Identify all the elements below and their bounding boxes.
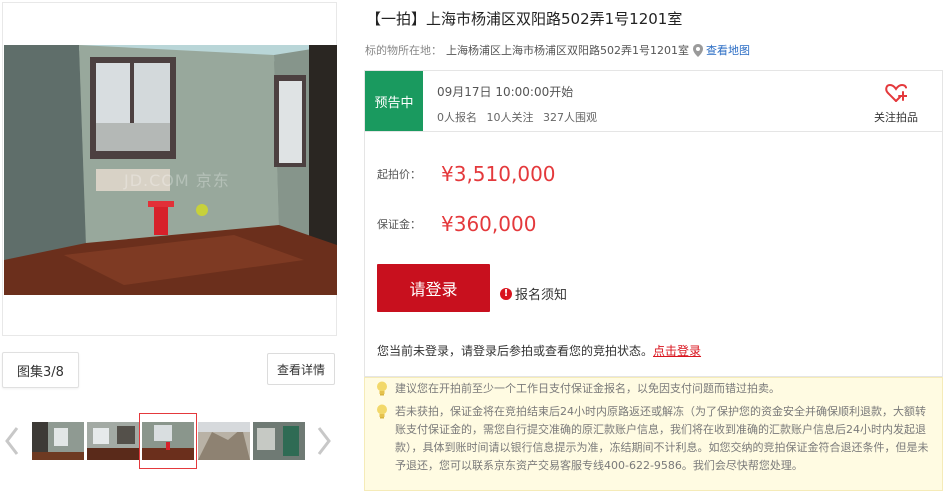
login-prompt-text: 您当前未登录，请登录后参拍或查看您的竞拍状态。 <box>377 344 654 358</box>
login-button[interactable]: 请登录 <box>377 264 490 312</box>
location-value: 上海杨浦区上海市杨浦区双阳路502弄1号1201室 <box>446 44 689 57</box>
lightbulb-icon <box>376 404 388 425</box>
registration-notice-link[interactable]: ! 报名须知 <box>500 284 567 303</box>
starting-price-value: ¥3,510,000 <box>441 162 556 186</box>
view-count: 327人围观 <box>543 111 597 124</box>
alert-icon: ! <box>500 287 512 300</box>
start-time: 09月17日 10:00:00开始 <box>437 85 574 99</box>
main-property-photo[interactable]: JD.COM 京东 <box>4 45 337 295</box>
registration-notice-label: 报名须知 <box>515 288 568 303</box>
thumbnail-2[interactable] <box>87 422 139 460</box>
location-row: 标的物所在地： 上海杨浦区上海市杨浦区双阳路502弄1号1201室 查看地图 <box>365 42 750 58</box>
tip-text: 建议您在开拍前至少一个工作日支付保证金报名，以免因支付问题而错过拍卖。 <box>395 382 780 395</box>
click-login-link[interactable]: 点击登录 <box>653 344 701 358</box>
follow-label: 关注拍品 <box>874 111 918 124</box>
deposit-value: ¥360,000 <box>441 212 537 236</box>
follower-count: 10人关注 <box>486 111 534 124</box>
lot-title: 【一拍】上海市杨浦区双阳路502弄1号1201室 <box>366 10 683 28</box>
thumbnail-next-arrow-icon[interactable] <box>316 424 332 458</box>
tip-text: 若未获拍，保证金将在竞拍结束后24小时内原路返还或解冻（为了保护您的资金安全并确… <box>395 405 929 472</box>
participation-counts: 0人报名 10人关注 327人围观 <box>437 109 603 125</box>
thumbnail-prev-arrow-icon[interactable] <box>4 424 20 458</box>
tip-item: 建议您在开拍前至少一个工作日支付保证金报名，以免因支付问题而错过拍卖。 <box>377 380 780 398</box>
gallery-counter: 图集3/8 <box>2 352 79 388</box>
location-label: 标的物所在地： <box>365 44 442 57</box>
photo-watermark: JD.COM 京东 <box>124 171 230 190</box>
view-map-link[interactable]: 查看地图 <box>706 42 750 58</box>
deposit-label: 保证金： <box>377 218 421 231</box>
registered-count: 0人报名 <box>437 111 477 124</box>
auction-status-panel: 预告中 09月17日 10:00:00开始 0人报名 10人关注 327人围观 … <box>364 70 943 132</box>
tip-item: 若未获拍，保证金将在竞拍结束后24小时内原路返还或解冻（为了保护您的资金安全并确… <box>377 403 935 475</box>
map-pin-icon <box>693 43 703 57</box>
view-details-button[interactable]: 查看详情 <box>267 353 335 385</box>
starting-price-label: 起拍价： <box>377 168 421 181</box>
thumbnail-5[interactable] <box>253 422 305 460</box>
tips-panel: 建议您在开拍前至少一个工作日支付保证金报名，以免因支付问题而错过拍卖。 若未获拍… <box>364 377 943 491</box>
thumbnail-3-selected[interactable] <box>139 413 197 469</box>
login-prompt: 您当前未登录，请登录后参拍或查看您的竞拍状态。点击登录 <box>377 342 701 359</box>
deposit-row: 保证金： ¥360,000 <box>377 212 536 236</box>
follow-lot-button[interactable]: 关注拍品 <box>870 83 922 125</box>
status-badge: 预告中 <box>365 71 423 131</box>
heart-plus-icon <box>885 83 908 106</box>
starting-price-row: 起拍价： ¥3,510,000 <box>377 162 556 186</box>
lightbulb-icon <box>376 381 388 402</box>
main-image-frame: JD.COM 京东 <box>2 2 337 336</box>
thumbnail-4[interactable] <box>198 422 250 460</box>
bidding-info-panel: 起拍价： ¥3,510,000 保证金： ¥360,000 请登录 ! 报名须知… <box>364 132 943 377</box>
thumbnail-1[interactable] <box>32 422 84 460</box>
